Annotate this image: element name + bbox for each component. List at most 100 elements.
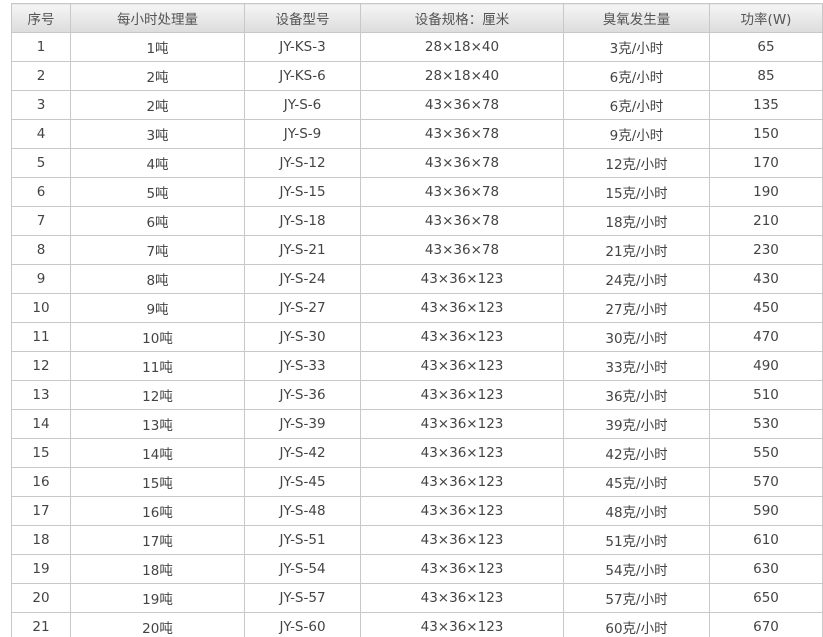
cell-dimensions: 43×36×123 <box>360 351 564 381</box>
cell-index: 2 <box>11 61 71 91</box>
cell-index: 14 <box>11 409 71 439</box>
header-hourly-capacity: 每小时处理量 <box>70 3 245 33</box>
cell-ozone-output: 45克/小时 <box>563 467 710 497</box>
cell-index: 3 <box>11 90 71 120</box>
cell-hourly-capacity: 5吨 <box>70 177 245 207</box>
cell-model: JY-S-57 <box>244 583 361 613</box>
cell-ozone-output: 51克/小时 <box>563 525 710 555</box>
cell-hourly-capacity: 9吨 <box>70 293 245 323</box>
cell-dimensions: 43×36×78 <box>360 90 564 120</box>
cell-power: 210 <box>709 206 823 236</box>
cell-ozone-output: 15克/小时 <box>563 177 710 207</box>
cell-ozone-output: 6克/小时 <box>563 61 710 91</box>
cell-hourly-capacity: 14吨 <box>70 438 245 468</box>
cell-power: 530 <box>709 409 823 439</box>
cell-model: JY-S-45 <box>244 467 361 497</box>
cell-index: 12 <box>11 351 71 381</box>
cell-ozone-output: 39克/小时 <box>563 409 710 439</box>
cell-dimensions: 43×36×78 <box>360 206 564 236</box>
cell-index: 17 <box>11 496 71 526</box>
table-row: 12 11吨 JY-S-33 43×36×123 33克/小时 490 <box>11 351 823 381</box>
cell-dimensions: 43×36×78 <box>360 148 564 178</box>
cell-power: 135 <box>709 90 823 120</box>
cell-hourly-capacity: 3吨 <box>70 119 245 149</box>
cell-model: JY-S-27 <box>244 293 361 323</box>
table-row: 11 10吨 JY-S-30 43×36×123 30克/小时 470 <box>11 322 823 352</box>
spec-table: 序号 每小时处理量 设备型号 设备规格：厘米 臭氧发生量 功率(W) 1 1吨 JY… <box>11 3 823 637</box>
table-header-row: 序号 每小时处理量 设备型号 设备规格：厘米 臭氧发生量 功率(W) <box>11 3 823 33</box>
cell-model: JY-S-18 <box>244 206 361 236</box>
cell-model: JY-KS-6 <box>244 61 361 91</box>
cell-hourly-capacity: 15吨 <box>70 467 245 497</box>
cell-index: 10 <box>11 293 71 323</box>
table-row: 8 7吨 JY-S-21 43×36×78 21克/小时 230 <box>11 235 823 265</box>
cell-power: 670 <box>709 612 823 637</box>
table-row: 4 3吨 JY-S-9 43×36×78 9克/小时 150 <box>11 119 823 149</box>
cell-index: 13 <box>11 380 71 410</box>
cell-power: 190 <box>709 177 823 207</box>
cell-index: 9 <box>11 264 71 294</box>
cell-model: JY-S-6 <box>244 90 361 120</box>
table-row: 5 4吨 JY-S-12 43×36×78 12克/小时 170 <box>11 148 823 178</box>
cell-power: 630 <box>709 554 823 584</box>
cell-hourly-capacity: 11吨 <box>70 351 245 381</box>
cell-dimensions: 28×18×40 <box>360 61 564 91</box>
cell-hourly-capacity: 10吨 <box>70 322 245 352</box>
cell-power: 570 <box>709 467 823 497</box>
cell-model: JY-S-54 <box>244 554 361 584</box>
table-row: 15 14吨 JY-S-42 43×36×123 42克/小时 550 <box>11 438 823 468</box>
cell-model: JY-S-33 <box>244 351 361 381</box>
cell-hourly-capacity: 16吨 <box>70 496 245 526</box>
cell-dimensions: 43×36×123 <box>360 438 564 468</box>
cell-dimensions: 43×36×78 <box>360 177 564 207</box>
cell-ozone-output: 9克/小时 <box>563 119 710 149</box>
header-index: 序号 <box>11 3 71 33</box>
table-row: 21 20吨 JY-S-60 43×36×123 60克/小时 670 <box>11 612 823 637</box>
cell-ozone-output: 21克/小时 <box>563 235 710 265</box>
cell-index: 5 <box>11 148 71 178</box>
cell-power: 430 <box>709 264 823 294</box>
cell-dimensions: 43×36×78 <box>360 235 564 265</box>
cell-hourly-capacity: 18吨 <box>70 554 245 584</box>
cell-index: 6 <box>11 177 71 207</box>
cell-hourly-capacity: 8吨 <box>70 264 245 294</box>
cell-dimensions: 43×36×123 <box>360 612 564 637</box>
cell-ozone-output: 6克/小时 <box>563 90 710 120</box>
table-row: 1 1吨 JY-KS-3 28×18×40 3克/小时 65 <box>11 32 823 62</box>
cell-hourly-capacity: 19吨 <box>70 583 245 613</box>
cell-ozone-output: 27克/小时 <box>563 293 710 323</box>
header-model: 设备型号 <box>244 3 361 33</box>
cell-index: 16 <box>11 467 71 497</box>
table-row: 14 13吨 JY-S-39 43×36×123 39克/小时 530 <box>11 409 823 439</box>
cell-dimensions: 28×18×40 <box>360 32 564 62</box>
cell-hourly-capacity: 6吨 <box>70 206 245 236</box>
cell-ozone-output: 24克/小时 <box>563 264 710 294</box>
cell-hourly-capacity: 7吨 <box>70 235 245 265</box>
table-row: 13 12吨 JY-S-36 43×36×123 36克/小时 510 <box>11 380 823 410</box>
cell-model: JY-S-39 <box>244 409 361 439</box>
table-row: 10 9吨 JY-S-27 43×36×123 27克/小时 450 <box>11 293 823 323</box>
table-row: 9 8吨 JY-S-24 43×36×123 24克/小时 430 <box>11 264 823 294</box>
cell-ozone-output: 33克/小时 <box>563 351 710 381</box>
cell-dimensions: 43×36×78 <box>360 119 564 149</box>
cell-hourly-capacity: 2吨 <box>70 61 245 91</box>
cell-model: JY-S-60 <box>244 612 361 637</box>
cell-dimensions: 43×36×123 <box>360 322 564 352</box>
cell-index: 15 <box>11 438 71 468</box>
cell-ozone-output: 3克/小时 <box>563 32 710 62</box>
cell-ozone-output: 54克/小时 <box>563 554 710 584</box>
cell-ozone-output: 42克/小时 <box>563 438 710 468</box>
cell-model: JY-S-48 <box>244 496 361 526</box>
cell-model: JY-S-15 <box>244 177 361 207</box>
page: 序号 每小时处理量 设备型号 设备规格：厘米 臭氧发生量 功率(W) 1 1吨 JY… <box>0 0 823 637</box>
cell-ozone-output: 36克/小时 <box>563 380 710 410</box>
cell-hourly-capacity: 20吨 <box>70 612 245 637</box>
cell-hourly-capacity: 2吨 <box>70 90 245 120</box>
cell-hourly-capacity: 1吨 <box>70 32 245 62</box>
cell-power: 610 <box>709 525 823 555</box>
table-row: 19 18吨 JY-S-54 43×36×123 54克/小时 630 <box>11 554 823 584</box>
cell-power: 470 <box>709 322 823 352</box>
table-row: 18 17吨 JY-S-51 43×36×123 51克/小时 610 <box>11 525 823 555</box>
cell-power: 170 <box>709 148 823 178</box>
cell-hourly-capacity: 4吨 <box>70 148 245 178</box>
